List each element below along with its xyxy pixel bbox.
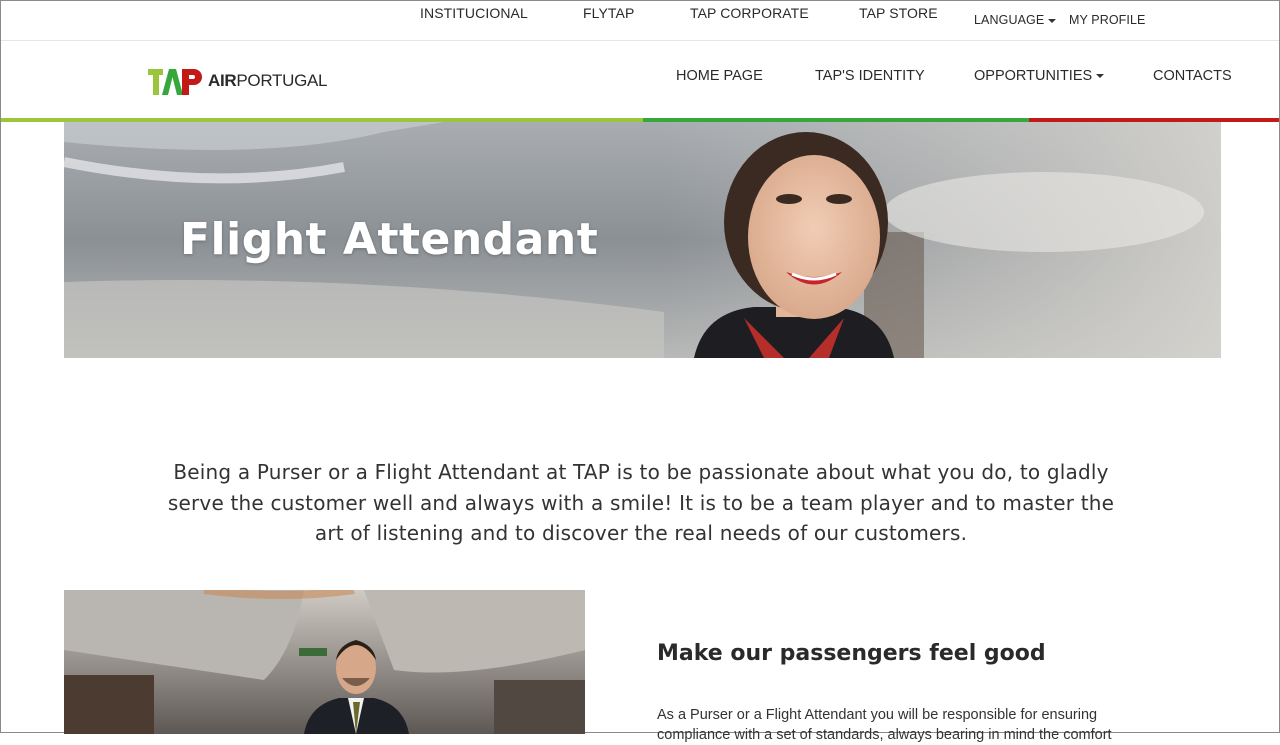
nav-contacts[interactable]: CONTACTS xyxy=(1153,68,1232,84)
link-flytap[interactable]: FLYTAP xyxy=(583,5,634,21)
logo-wordmark: AIRPORTUGAL xyxy=(208,71,328,90)
section-heading: Make our passengers feel good xyxy=(657,641,1046,667)
nav-opportunities[interactable]: OPPORTUNITIES xyxy=(974,68,1105,84)
section-image xyxy=(64,590,585,734)
tap-logo[interactable]: AIRPORTUGAL xyxy=(148,65,328,97)
cabin-crew-photo xyxy=(64,590,585,734)
nav-opportunities-label: OPPORTUNITIES xyxy=(974,68,1093,84)
page-title: Flight Attendant xyxy=(180,214,599,265)
nav-taps-identity[interactable]: TAP'S IDENTITY xyxy=(815,68,925,84)
utility-bar: INSTITUCIONAL FLYTAP TAP CORPORATE TAP S… xyxy=(1,1,1279,41)
my-profile-link[interactable]: MY PROFILE xyxy=(1069,13,1145,27)
language-label: LANGUAGE xyxy=(974,13,1045,27)
tap-logo-icon xyxy=(148,69,202,95)
language-dropdown[interactable]: LANGUAGE xyxy=(974,13,1057,27)
intro-paragraph: Being a Purser or a Flight Attendant at … xyxy=(167,460,1115,545)
hero-banner: Flight Attendant xyxy=(64,122,1221,358)
link-institucional[interactable]: INSTITUCIONAL xyxy=(420,5,528,21)
chevron-down-icon xyxy=(1048,18,1057,23)
main-header: AIRPORTUGAL HOME PAGE TAP'S IDENTITY OPP… xyxy=(1,41,1279,118)
section-body: As a Purser or a Flight Attendant you wi… xyxy=(657,706,1112,743)
chevron-down-icon xyxy=(1096,74,1105,79)
link-tap-store[interactable]: TAP STORE xyxy=(859,5,938,21)
link-tap-corporate[interactable]: TAP CORPORATE xyxy=(690,5,809,21)
nav-home-page[interactable]: HOME PAGE xyxy=(676,68,763,84)
